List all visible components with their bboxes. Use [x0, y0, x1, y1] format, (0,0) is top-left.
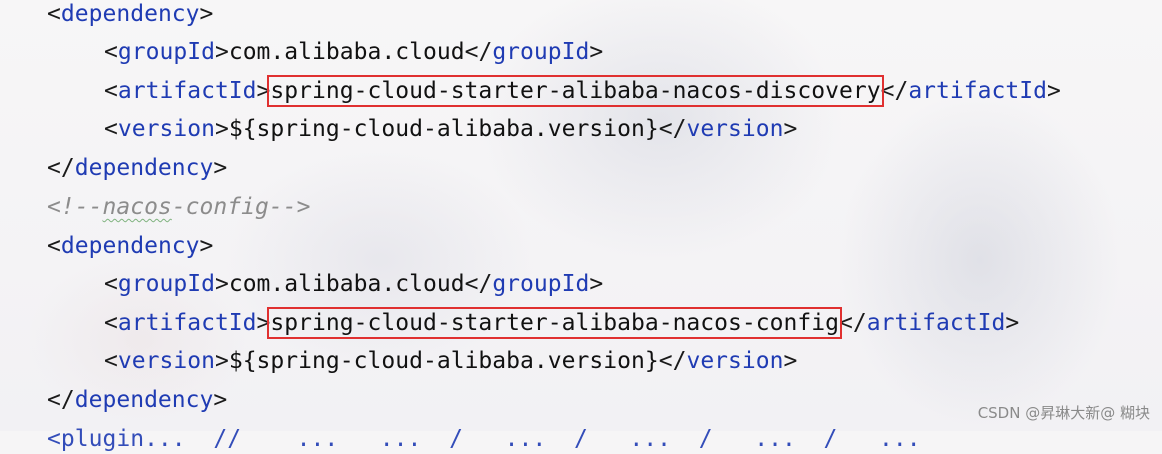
- tag-name: artifactId: [117, 78, 257, 104]
- tag-name: dependency: [74, 155, 214, 181]
- code-line-partial-cutoff: <plugin... // ... ... / ... / ... / ... …: [47, 426, 921, 452]
- code-line-dependency-close: </dependency>: [47, 155, 228, 181]
- tag-name: groupId: [492, 39, 590, 65]
- code-line-dependency-open: <dependency>: [47, 233, 214, 259]
- code-line-groupid: <groupId>com.alibaba.cloud</groupId>: [104, 39, 604, 65]
- code-line-artifactid-discovery: <artifactId>spring-cloud-starter-alibaba…: [104, 75, 1061, 107]
- tag-name: artifactId: [908, 78, 1047, 104]
- csdn-watermark: CSDN @昇琳大新@ 糊块: [977, 404, 1150, 422]
- comment-word: nacos: [102, 194, 172, 220]
- tag-name: version: [117, 116, 215, 142]
- tag-name: dependency: [74, 387, 214, 413]
- code-line-dependency-close: </dependency>: [47, 387, 228, 413]
- tag-name: groupId: [117, 39, 215, 65]
- tag-value: com.alibaba.cloud: [228, 271, 465, 297]
- tag-name: groupId: [117, 271, 215, 297]
- code-line-version: <version>${spring-cloud-alibaba.version}…: [104, 348, 798, 374]
- code-line-artifactid-config: <artifactId>spring-cloud-starter-alibaba…: [104, 307, 1020, 339]
- comment-rest: -config-->: [171, 194, 311, 220]
- tag-name: dependency: [60, 233, 200, 259]
- tag-name: version: [686, 116, 784, 142]
- tag-name: groupId: [492, 271, 590, 297]
- tag-value: ${spring-cloud-alibaba.version}: [228, 116, 659, 142]
- tag-name: artifactId: [866, 310, 1006, 336]
- code-line-groupid: <groupId>com.alibaba.cloud</groupId>: [104, 271, 604, 297]
- code-line-comment: <!--nacos-config-->: [47, 192, 310, 222]
- tag-name: artifactId: [117, 310, 257, 336]
- tag-value: ${spring-cloud-alibaba.version}: [228, 348, 659, 374]
- comment-open: <!--: [47, 194, 103, 220]
- highlighted-artifact-value: spring-cloud-starter-alibaba-nacos-confi…: [267, 307, 842, 339]
- tag-name: dependency: [60, 1, 200, 27]
- code-line-version: <version>${spring-cloud-alibaba.version}…: [104, 116, 798, 142]
- tag-name: version: [117, 348, 215, 374]
- highlighted-artifact-value: spring-cloud-starter-alibaba-nacos-disco…: [267, 75, 884, 107]
- tag-value: com.alibaba.cloud: [228, 39, 465, 65]
- tag-name: version: [686, 348, 784, 374]
- code-editor[interactable]: <dependency> <groupId>com.alibaba.cloud<…: [0, 0, 1162, 452]
- code-line-dependency-open: <dependency>: [47, 1, 214, 27]
